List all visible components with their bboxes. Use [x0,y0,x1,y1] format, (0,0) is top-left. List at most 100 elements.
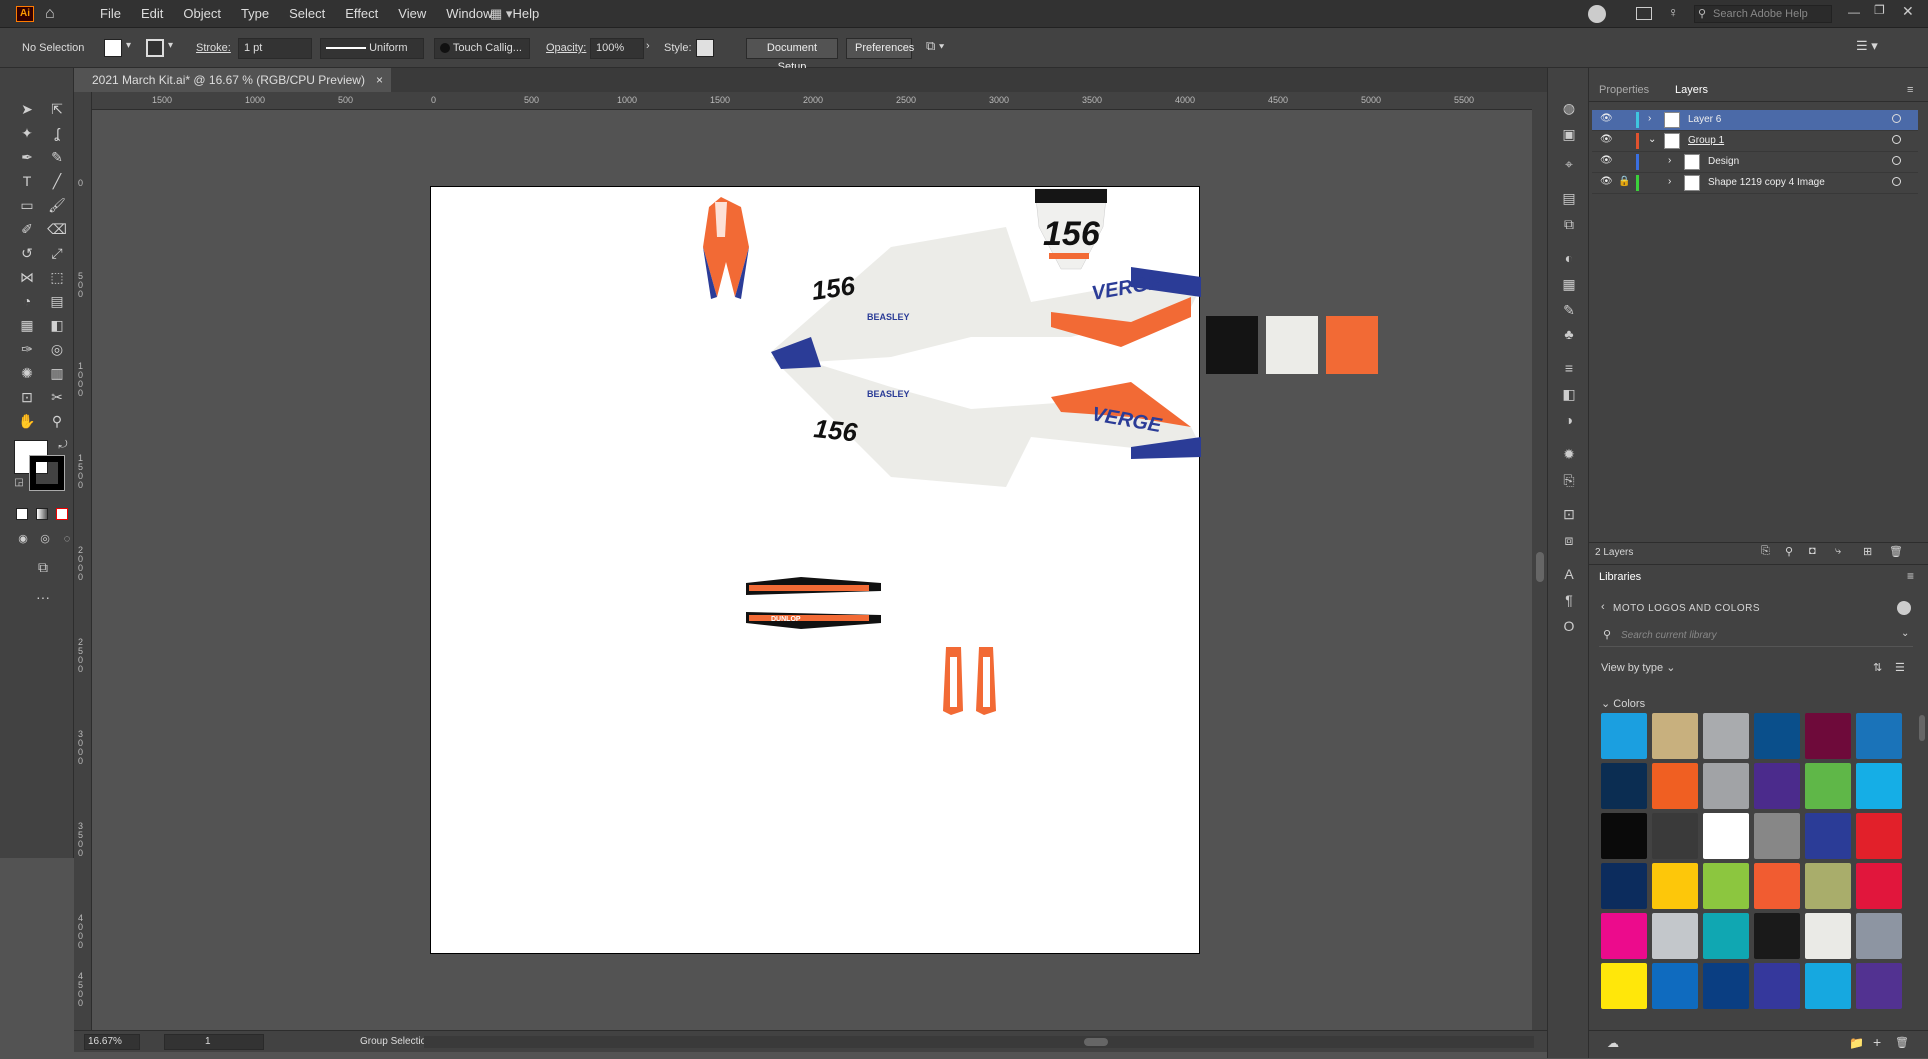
fill-swatch[interactable] [104,39,122,57]
menu-file[interactable]: File [90,0,131,28]
library-color-swatch[interactable] [1703,913,1749,959]
delete-layer-icon[interactable]: 🗑 [1889,545,1903,558]
zoom-tool-icon[interactable]: ⚲ [46,410,68,432]
library-color-swatch[interactable] [1703,713,1749,759]
gradient-panel-icon[interactable]: ◧ [1558,384,1580,404]
artboard-navigator[interactable]: 1 [164,1034,264,1050]
brushes-panel-icon[interactable]: ✎ [1558,300,1580,320]
library-color-swatch[interactable] [1703,763,1749,809]
curvature-tool-icon[interactable]: ✎ [46,146,68,168]
library-color-swatch[interactable] [1601,763,1647,809]
front-fender-graphic[interactable] [703,197,749,299]
align-panel-icon[interactable]: ▤ [1558,188,1580,208]
character-panel-icon[interactable]: A [1558,564,1580,584]
expand-chevron-icon[interactable]: › [1648,113,1651,124]
swatch-black[interactable] [1206,316,1258,374]
library-color-swatch[interactable] [1652,913,1698,959]
free-transform-icon[interactable]: ⬚ [46,266,68,288]
sort-icon[interactable]: ⇅ [1873,661,1882,674]
library-color-swatch[interactable] [1652,963,1698,1009]
stroke-profile-dropdown[interactable]: Uniform [320,38,424,59]
shape-builder-icon[interactable]: ◔ [16,290,38,312]
hscroll-thumb[interactable] [1084,1038,1108,1046]
library-color-swatch[interactable] [1703,813,1749,859]
magic-wand-icon[interactable]: ✦ [16,122,38,144]
swatch-white[interactable] [1266,316,1318,374]
library-color-swatch[interactable] [1601,813,1647,859]
swingarm-graphic[interactable]: DUNLOP [746,577,881,629]
stroke-panel-icon[interactable]: ≡ [1558,358,1580,378]
library-color-swatch[interactable] [1652,863,1698,909]
graphic-styles-icon[interactable]: ✹ [1558,444,1580,464]
workspace-switcher-icon[interactable]: ▦ ▾ [490,6,520,22]
symbol-sprayer-icon[interactable]: ✺ [16,362,38,384]
vertical-ruler[interactable]: 0 500 1000 1500 2000 2500 3000 3500 4000… [74,92,92,1030]
target-circle-icon[interactable] [1892,135,1901,144]
gradient-tool-icon[interactable]: ◧ [46,314,68,336]
horizontal-ruler[interactable]: 1500 1000 500 0 500 1000 1500 2000 2500 … [82,92,1547,110]
library-color-swatch[interactable] [1856,963,1902,1009]
swap-colors-icon[interactable]: ⤾ [52,434,74,456]
stroke-weight-input[interactable]: 1 pt [238,38,312,59]
library-color-swatch[interactable] [1805,863,1851,909]
panel-options-icon[interactable]: ☰ ▾ [1856,38,1878,54]
library-color-swatch[interactable] [1856,813,1902,859]
new-layer-icon[interactable]: ⊞ [1863,545,1872,558]
library-color-swatch[interactable] [1805,963,1851,1009]
add-element-icon[interactable]: + [1873,1034,1881,1050]
opacity-label[interactable]: Opacity: [546,37,586,59]
target-circle-icon[interactable] [1892,177,1901,186]
artboards-panel-icon[interactable]: ⊡ [1558,504,1580,524]
opacity-input[interactable]: 100% [590,38,644,59]
paintbrush-icon[interactable]: 🖌 [46,194,68,216]
zoom-field[interactable]: 16.67% [84,1034,140,1050]
library-color-swatch[interactable] [1601,863,1647,909]
transform-panel-icon[interactable]: ⌖ [1558,154,1580,174]
paragraph-panel-icon[interactable]: ¶ [1558,590,1580,610]
width-tool-icon[interactable]: ⋈ [16,266,38,288]
library-color-swatch[interactable] [1754,763,1800,809]
layer-row[interactable]: 👁 › Design [1592,152,1918,173]
libraries-menu-icon[interactable]: ≡ [1907,569,1914,583]
target-circle-icon[interactable] [1892,156,1901,165]
layer-row[interactable]: 👁 🔒 › Shape 1219 copy 4 Image [1592,173,1918,194]
library-scrollbar[interactable] [1919,715,1925,741]
asset-export-icon[interactable]: ⎘ [1558,470,1580,490]
visibility-eye-icon[interactable]: 👁 [1600,134,1613,145]
mesh-tool-icon[interactable]: ▦ [16,314,38,336]
lightbulb-icon[interactable]: ♀ [1668,4,1679,20]
library-color-swatch[interactable] [1652,813,1698,859]
library-search[interactable]: ⚲ Search current library ⌄ [1599,625,1913,647]
library-color-swatch[interactable] [1754,863,1800,909]
menu-type[interactable]: Type [231,0,279,28]
pen-tool-icon[interactable]: ✒ [16,146,38,168]
perspective-grid-icon[interactable]: ▤ [46,290,68,312]
expand-chevron-icon[interactable]: › [1668,176,1671,187]
brush-dropdown[interactable]: Touch Callig... [434,38,530,59]
document-setup-button[interactable]: Document Setup [746,38,838,73]
library-color-swatch[interactable] [1805,913,1851,959]
expand-chevron-icon[interactable]: › [1668,155,1671,166]
gradient-mode-icon[interactable] [36,508,48,520]
library-color-swatch[interactable] [1601,913,1647,959]
close-tab-icon[interactable]: × [376,68,383,92]
library-color-swatch[interactable] [1754,963,1800,1009]
horizontal-scrollbar[interactable] [424,1036,1534,1048]
library-color-swatch[interactable] [1754,913,1800,959]
rectangle-tool-icon[interactable]: ▭ [16,194,38,216]
minimize-button[interactable]: — [1848,5,1860,19]
direct-selection-tool-icon[interactable]: ⇱ [46,98,68,120]
appearance-icon[interactable]: ◐ [1558,248,1580,268]
none-mode-icon[interactable] [56,508,68,520]
stroke-dropdown-icon[interactable]: ▾ [168,40,173,51]
panel-menu-icon[interactable]: ≡ [1907,78,1913,102]
help-search-box[interactable]: ⚲ Search Adobe Help [1694,5,1832,23]
fill-dropdown-icon[interactable]: ▾ [126,40,131,51]
color-panel-icon[interactable]: ◍ [1558,98,1580,118]
user-icon[interactable] [1588,5,1606,23]
library-color-swatch[interactable] [1805,713,1851,759]
default-colors-icon[interactable]: ◲ [8,472,30,494]
stroke-swatch[interactable] [146,39,164,57]
menu-select[interactable]: Select [279,0,335,28]
eraser-icon[interactable]: ⌫ [46,218,68,240]
